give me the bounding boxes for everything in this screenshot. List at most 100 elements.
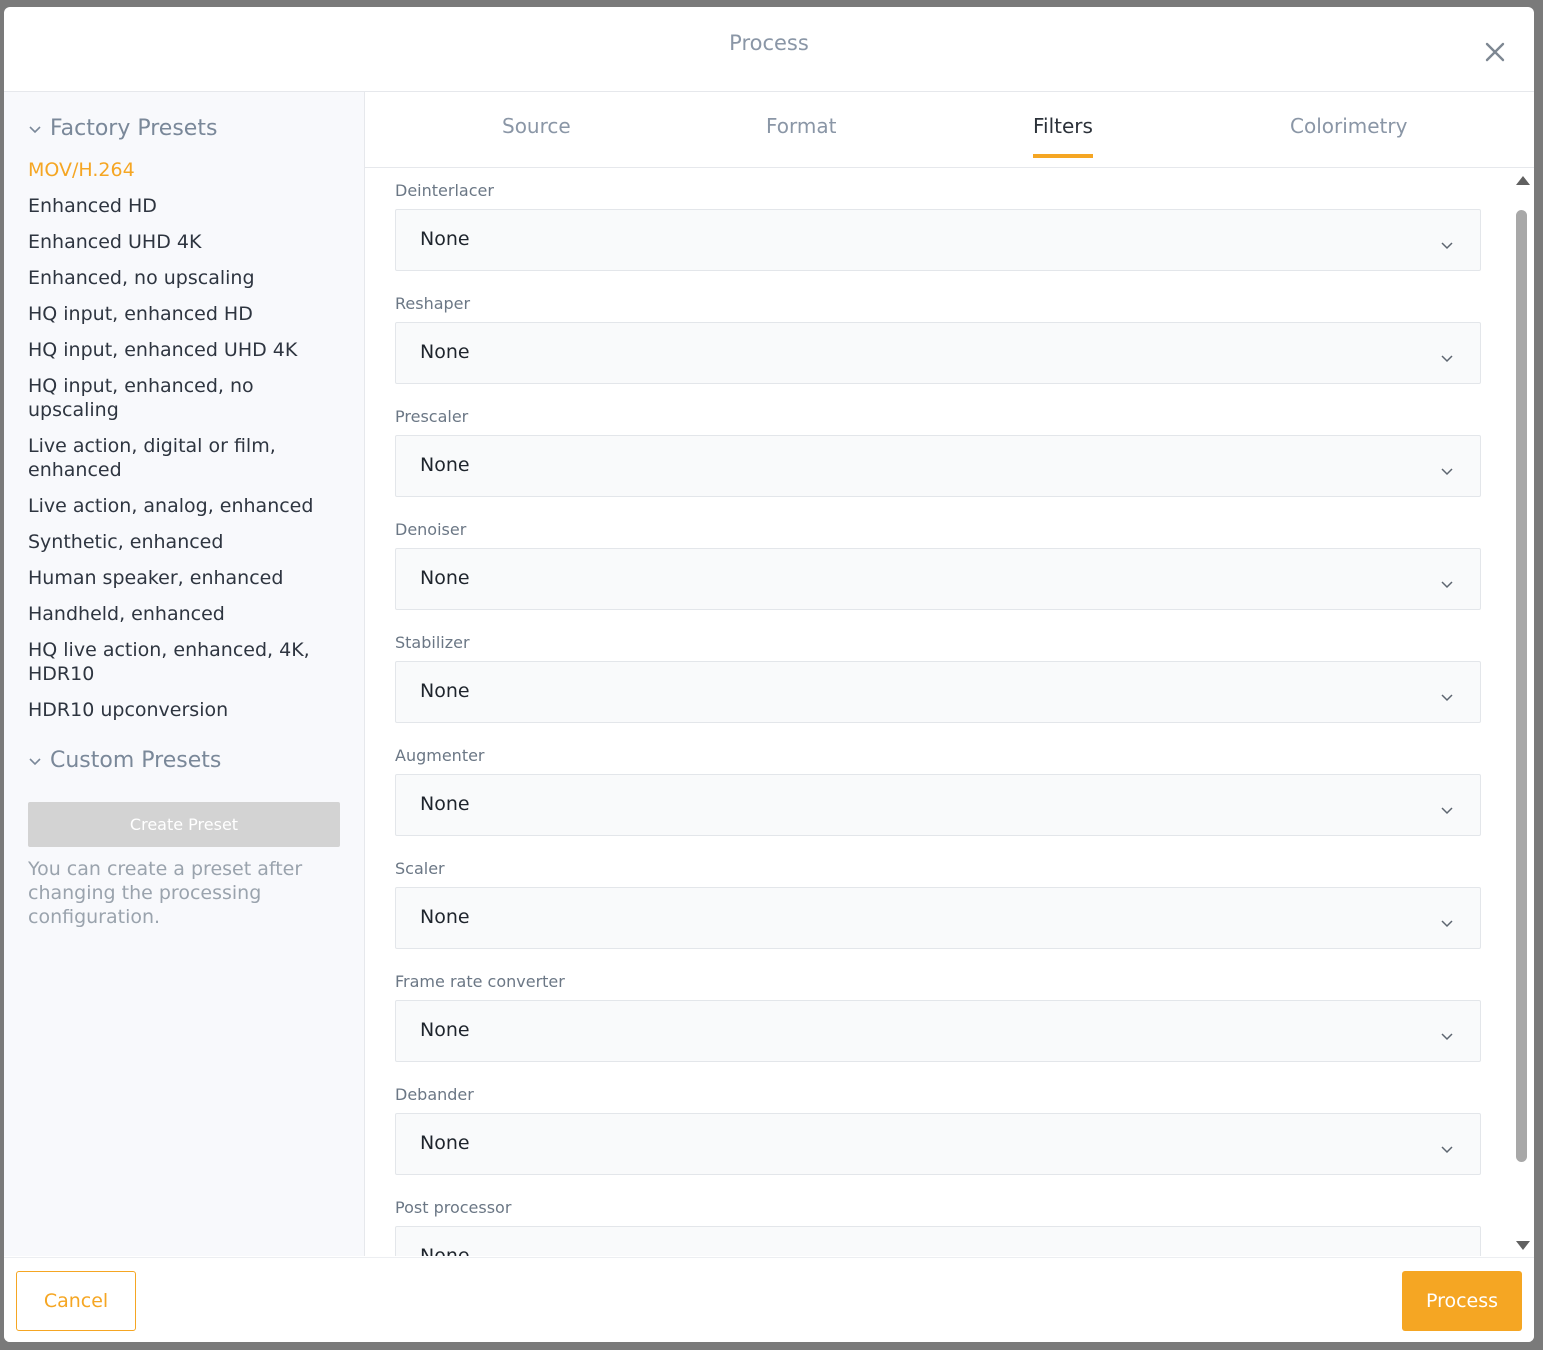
filter-field: Reshaper None: [395, 296, 1481, 384]
chevron-down-icon: [1441, 581, 1453, 589]
select-chevron: [1440, 1139, 1454, 1158]
presets-sidebar: Factory Presets MOV/H.264 Enhanced HD Enha…: [4, 92, 365, 1256]
filter-field: Debander None: [395, 1087, 1481, 1175]
preset-item[interactable]: HQ input, enhanced HD: [28, 302, 348, 326]
filter-field: Stabilizer None: [395, 635, 1481, 723]
filter-label: Prescaler: [395, 407, 469, 426]
process-dialog: Process Factory Presets MOV/H.264 Enhance…: [4, 7, 1534, 1342]
preset-item[interactable]: HQ input, enhanced UHD 4K: [28, 338, 348, 362]
process-button[interactable]: Process: [1402, 1271, 1522, 1331]
filter-select-value: None: [420, 680, 470, 702]
factory-presets-title: Factory Presets: [50, 116, 218, 141]
filter-label: Post processor: [395, 1198, 512, 1217]
preset-item[interactable]: HQ live action, enhanced, 4K, HDR10: [28, 638, 348, 686]
preset-item[interactable]: Enhanced HD: [28, 194, 348, 218]
dialog-footer: Cancel Process: [4, 1257, 1534, 1342]
filter-label: Debander: [395, 1085, 474, 1104]
chevron-down-icon: [1441, 468, 1453, 476]
preset-item[interactable]: Live action, digital or film, enhanced: [28, 434, 348, 482]
filter-select-value: None: [420, 1245, 470, 1256]
filter-select[interactable]: None: [395, 661, 1481, 723]
custom-presets-title: Custom Presets: [50, 748, 222, 773]
filter-select[interactable]: None: [395, 548, 1481, 610]
custom-presets-toggle[interactable]: Custom Presets: [28, 748, 221, 773]
filter-label: Frame rate converter: [395, 972, 565, 991]
filter-select[interactable]: None: [395, 774, 1481, 836]
filter-field: Post processor None: [395, 1200, 1481, 1256]
filter-select-value: None: [420, 567, 470, 589]
create-preset-hint: You can create a preset after changing t…: [28, 858, 303, 928]
preset-item[interactable]: HQ input, enhanced, no upscaling: [28, 374, 348, 422]
select-chevron: [1440, 1252, 1454, 1256]
factory-presets-toggle[interactable]: Factory Presets: [28, 116, 217, 141]
filter-select[interactable]: None: [395, 887, 1481, 949]
preset-item[interactable]: MOV/H.264: [28, 158, 348, 182]
chevron-down-icon: [1441, 355, 1453, 363]
chevron-down-icon: [29, 757, 41, 765]
select-chevron: [1440, 461, 1454, 480]
chevron-down-icon: [1441, 807, 1453, 815]
filter-field: Frame rate converter None: [395, 974, 1481, 1062]
dialog-title: Process: [729, 31, 809, 55]
filter-select-value: None: [420, 906, 470, 928]
select-chevron: [1440, 348, 1454, 367]
filter-label: Augmenter: [395, 746, 485, 765]
filter-select-value: None: [420, 1019, 470, 1041]
select-chevron: [1440, 687, 1454, 706]
tab-format[interactable]: Format: [766, 114, 836, 158]
chevron-down-icon: [1441, 242, 1453, 250]
select-chevron: [1440, 1026, 1454, 1045]
filter-field: Augmenter None: [395, 748, 1481, 836]
filter-select-value: None: [420, 228, 470, 250]
filter-label: Reshaper: [395, 294, 471, 313]
filter-field: Deinterlacer None: [395, 183, 1481, 271]
factory-preset-list: MOV/H.264 Enhanced HD Enhanced UHD 4K Enhan…: [28, 158, 348, 734]
select-chevron: [1440, 574, 1454, 593]
tab-colorimetry[interactable]: Colorimetry: [1290, 114, 1407, 158]
dialog-header: Process: [4, 7, 1534, 92]
settings-tabs: Source Format Filters Colorimetry: [365, 92, 1534, 168]
tab-source[interactable]: Source: [502, 114, 571, 158]
select-chevron: [1440, 913, 1454, 932]
close-button[interactable]: [1484, 41, 1506, 63]
chevron-down-icon: [29, 125, 41, 133]
preset-item[interactable]: Live action, analog, enhanced: [28, 494, 348, 518]
filters-scrollbar[interactable]: [1515, 168, 1534, 1256]
chevron-down-icon: [1441, 1146, 1453, 1154]
filter-label: Deinterlacer: [395, 181, 494, 200]
preset-item[interactable]: Enhanced UHD 4K: [28, 230, 348, 254]
select-chevron: [1440, 800, 1454, 819]
tab-filters[interactable]: Filters: [1033, 114, 1093, 158]
cancel-button[interactable]: Cancel: [16, 1271, 136, 1331]
filter-label: Denoiser: [395, 520, 467, 539]
chevron-down-icon: [1441, 1033, 1453, 1041]
preset-item[interactable]: Synthetic, enhanced: [28, 530, 348, 554]
filter-field: Prescaler None: [395, 409, 1481, 497]
select-chevron: [1440, 235, 1454, 254]
preset-item[interactable]: Handheld, enhanced: [28, 602, 348, 626]
scroll-up-arrow-icon[interactable]: [1515, 174, 1531, 186]
create-preset-button[interactable]: Create Preset: [28, 802, 340, 847]
filter-select[interactable]: None: [395, 1113, 1481, 1175]
chevron-down-icon: [1441, 920, 1453, 928]
filter-select-value: None: [420, 454, 470, 476]
filter-select[interactable]: None: [395, 1226, 1481, 1256]
filter-select[interactable]: None: [395, 209, 1481, 271]
filter-label: Scaler: [395, 859, 445, 878]
filter-select-value: None: [420, 1132, 470, 1154]
filter-select[interactable]: None: [395, 435, 1481, 497]
filter-label: Stabilizer: [395, 633, 470, 652]
filter-field: Denoiser None: [395, 522, 1481, 610]
scrollbar-thumb[interactable]: [1516, 210, 1527, 1162]
preset-item[interactable]: HDR10 upconversion: [28, 698, 348, 722]
filter-select-value: None: [420, 341, 470, 363]
preset-item[interactable]: Enhanced, no upscaling: [28, 266, 348, 290]
filters-panel: Deinterlacer None Reshaper None Prescaler Non…: [365, 168, 1515, 1256]
filter-select[interactable]: None: [395, 1000, 1481, 1062]
close-icon: [1485, 42, 1505, 62]
filter-select[interactable]: None: [395, 322, 1481, 384]
scroll-down-arrow-icon[interactable]: [1515, 1240, 1531, 1252]
preset-item[interactable]: Human speaker, enhanced: [28, 566, 348, 590]
chevron-down-icon: [1441, 694, 1453, 702]
filter-field: Scaler None: [395, 861, 1481, 949]
